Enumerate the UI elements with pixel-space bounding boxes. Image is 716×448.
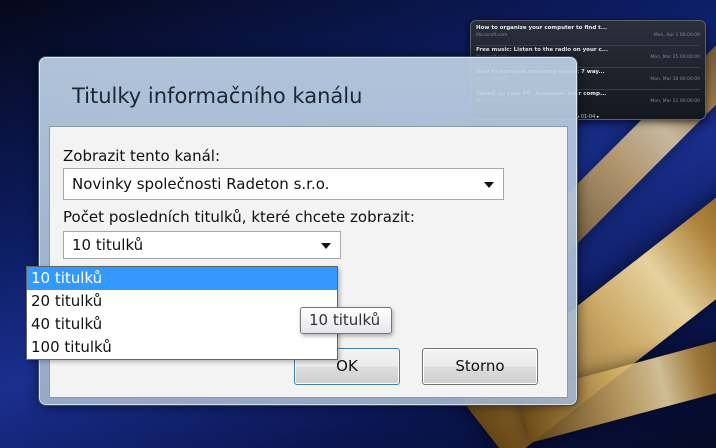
headline-count-label: Počet posledních titulků, které chcete z… [63,208,415,226]
channel-select[interactable]: Novinky společnosti Radeton s.r.o. [63,168,504,200]
gadget-headline-title: How to organize your computer to find t.… [476,25,608,31]
gadget-headline-source: Microsoft.com [476,33,508,38]
gadget-headline-date: Mon, Mar 11 00:00:00 [650,99,700,104]
gadget-headline[interactable]: How to organize your computer to find t.… [476,24,700,46]
cancel-button[interactable]: Storno [422,348,538,385]
gadget-headline-date: Mon, Mar 25 00:00:00 [650,55,700,60]
dialog-title: Titulky informačního kanálu [72,84,363,108]
channel-label: Zobrazit tento kanál: [63,147,221,165]
chevron-down-icon[interactable] [484,182,494,188]
headline-count-select-value: 10 titulků [72,236,144,254]
dropdown-option[interactable]: 100 titulků [27,336,337,359]
gadget-headline-date: Mon, Apr 1 00:00:00 [653,33,700,38]
channel-select-value: Novinky společnosti Radeton s.r.o. [72,175,330,193]
headline-count-select[interactable]: 10 titulků [63,231,341,259]
gadget-headline-date: Mon, Mar 18 00:00:00 [650,77,700,82]
chevron-down-icon[interactable] [321,243,331,249]
dropdown-option[interactable]: 40 titulků [27,313,337,336]
dropdown-option[interactable]: 10 titulků [27,267,337,290]
dropdown-option[interactable]: 20 titulků [27,290,337,313]
gadget-headline-title: Free music: Listen to the radio on your … [476,47,609,53]
tooltip: 10 titulků [300,307,392,334]
headline-count-dropdown-list[interactable]: 10 titulků 20 titulků 40 titulků 100 tit… [26,266,338,360]
